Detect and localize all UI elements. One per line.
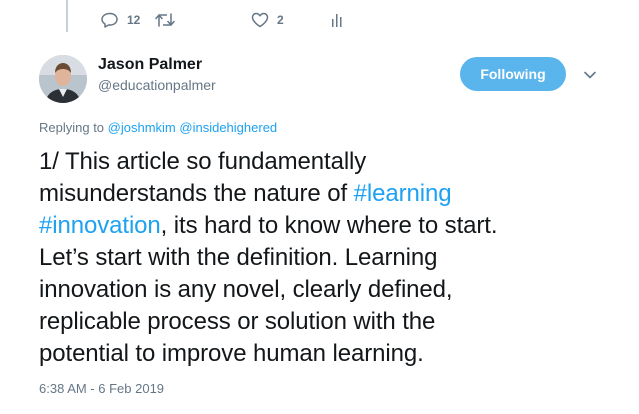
tweet-line: replicable process or solution with the <box>39 306 609 338</box>
analytics-action[interactable] <box>331 12 345 28</box>
tweet-text-segment: Let’s start with the definition. Learnin… <box>39 244 438 271</box>
profile-photo-icon <box>39 55 87 103</box>
following-button[interactable]: Following <box>460 57 566 91</box>
analytics-icon <box>332 14 342 27</box>
tweet-text-segment: potential to improve human learning. <box>39 340 424 367</box>
like-count: 2 <box>277 13 284 27</box>
thread-connector-line <box>66 0 68 32</box>
tweet-line: potential to improve human learning. <box>39 338 609 370</box>
tweet-line: Let’s start with the definition. Learnin… <box>39 242 609 274</box>
tweet-text: 1/ This article so fundamentally misunde… <box>39 146 609 370</box>
replying-to-prefix: Replying to <box>39 120 105 135</box>
mention-link[interactable]: @joshmkim <box>108 120 176 135</box>
tweet-line: misunderstands the nature of #learning <box>39 178 609 210</box>
tweet-text-segment: replicable process or solution with the <box>39 308 436 335</box>
reply-action[interactable]: 12 <box>101 12 155 28</box>
hashtag-link[interactable]: #innovation <box>39 212 161 239</box>
retweet-action[interactable] <box>155 12 251 28</box>
tweet-line: #innovation, its hard to know where to s… <box>39 210 609 242</box>
reply-icon <box>101 12 118 28</box>
heart-icon <box>251 12 269 28</box>
tweet-line: innovation is any novel, clearly defined… <box>39 274 609 306</box>
previous-tweet-actions: 12 2 <box>101 10 345 30</box>
author-name[interactable]: Jason Palmer <box>98 55 202 75</box>
tweet-line: 1/ This article so fundamentally <box>39 146 609 178</box>
chevron-down-icon[interactable] <box>582 67 598 83</box>
author-handle[interactable]: @educationpalmer <box>98 76 216 94</box>
tweet-timestamp[interactable]: 6:38 AM - 6 Feb 2019 <box>39 380 164 398</box>
like-action[interactable]: 2 <box>251 12 331 28</box>
hashtag-link[interactable]: #learning <box>354 180 452 207</box>
tweet-text-segment: 1/ This article so fundamentally <box>39 148 367 175</box>
tweet-text-segment: misunderstands the nature of <box>39 180 354 207</box>
replying-to: Replying to @joshmkim @insidehighered <box>39 119 277 137</box>
mention-link[interactable]: @insidehighered <box>179 120 277 135</box>
tweet-text-segment: innovation is any novel, clearly defined… <box>39 276 453 303</box>
reply-count: 12 <box>127 13 141 27</box>
avatar[interactable] <box>39 55 87 103</box>
retweet-icon <box>155 13 175 27</box>
tweet-text-segment: , its hard to know where to start. <box>160 212 498 239</box>
